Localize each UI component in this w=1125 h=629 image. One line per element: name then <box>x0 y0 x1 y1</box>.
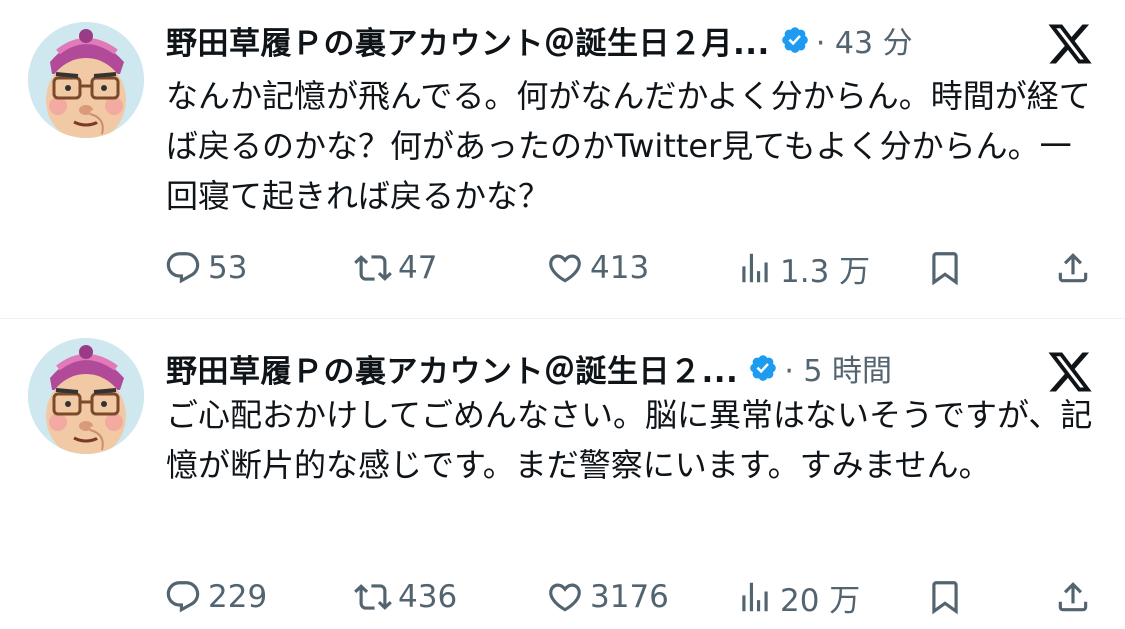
bookmark-icon <box>932 252 958 286</box>
views-count: 20 万 <box>780 582 861 619</box>
views-icon <box>742 253 768 283</box>
views-button[interactable]: 20 万 <box>736 567 860 627</box>
like-button[interactable]: 3176 <box>546 567 669 627</box>
reply-count: 53 <box>208 250 248 286</box>
reply-button[interactable]: 53 <box>164 238 247 298</box>
tweet-header: 野田草履Ｐの裏アカウント＠誕生日２... · 5 時間 <box>166 346 892 390</box>
bookmark-button[interactable] <box>926 238 964 298</box>
tweet-text: なんか記憶が飛んでる。何がなんだかよく分からん。時間が経てば戻るのかな？何があっ… <box>166 77 1091 215</box>
bookmark-icon <box>932 581 958 615</box>
tweet-item[interactable]: 野田草履Ｐの裏アカウント＠誕生日２... · 5 時間 ご心配おかけしてごめんな… <box>0 319 1125 629</box>
share-button[interactable] <box>1054 567 1092 627</box>
retweet-icon <box>354 255 392 281</box>
retweet-button[interactable]: 47 <box>354 238 437 298</box>
views-icon <box>742 582 768 612</box>
x-logo-icon <box>1044 20 1096 68</box>
retweet-button[interactable]: 436 <box>354 567 457 627</box>
tweet-header: 野田草履Ｐの裏アカウント＠誕生日２月... · 43 分 <box>166 18 913 62</box>
tweet-timestamp[interactable]: · 5 時間 <box>784 346 892 390</box>
like-count: 413 <box>590 250 650 286</box>
heart-icon <box>549 254 581 283</box>
tweet-actions: 229 436 3176 20 万 <box>0 567 1125 627</box>
tweet-item[interactable]: 野田草履Ｐの裏アカウント＠誕生日２月... · 43 分 なんか記憶が飛んでる。… <box>0 0 1125 318</box>
like-count: 3176 <box>590 579 669 615</box>
heart-icon <box>549 583 581 612</box>
author-name[interactable]: 野田草履Ｐの裏アカウント＠誕生日２... <box>166 346 738 391</box>
bookmark-button[interactable] <box>926 567 964 627</box>
author-name[interactable]: 野田草履Ｐの裏アカウント＠誕生日２月... <box>166 18 770 63</box>
reply-icon <box>166 581 200 613</box>
retweet-count: 47 <box>398 250 438 286</box>
reply-button[interactable]: 229 <box>164 567 267 627</box>
share-button[interactable] <box>1054 238 1092 298</box>
verified-badge-icon <box>748 353 778 383</box>
avatar[interactable] <box>28 338 144 454</box>
views-button[interactable]: 1.3 万 <box>736 238 870 298</box>
retweet-icon <box>354 584 392 610</box>
like-button[interactable]: 413 <box>546 238 649 298</box>
share-icon <box>1058 582 1088 612</box>
x-logo-icon <box>1044 348 1096 396</box>
tweet-actions: 53 47 413 1.3 万 <box>0 238 1125 298</box>
reply-icon <box>166 252 200 284</box>
retweet-count: 436 <box>398 579 458 615</box>
reply-count: 229 <box>208 579 268 615</box>
views-count: 1.3 万 <box>780 253 871 290</box>
share-icon <box>1058 253 1088 283</box>
tweet-timestamp[interactable]: · 43 分 <box>816 18 913 62</box>
verified-badge-icon <box>780 25 810 55</box>
avatar[interactable] <box>28 22 144 138</box>
tweet-text: ご心配おかけしてごめんなさい。脳に異常はないそうですが、記憶が断片的な感じです。… <box>166 396 1093 484</box>
